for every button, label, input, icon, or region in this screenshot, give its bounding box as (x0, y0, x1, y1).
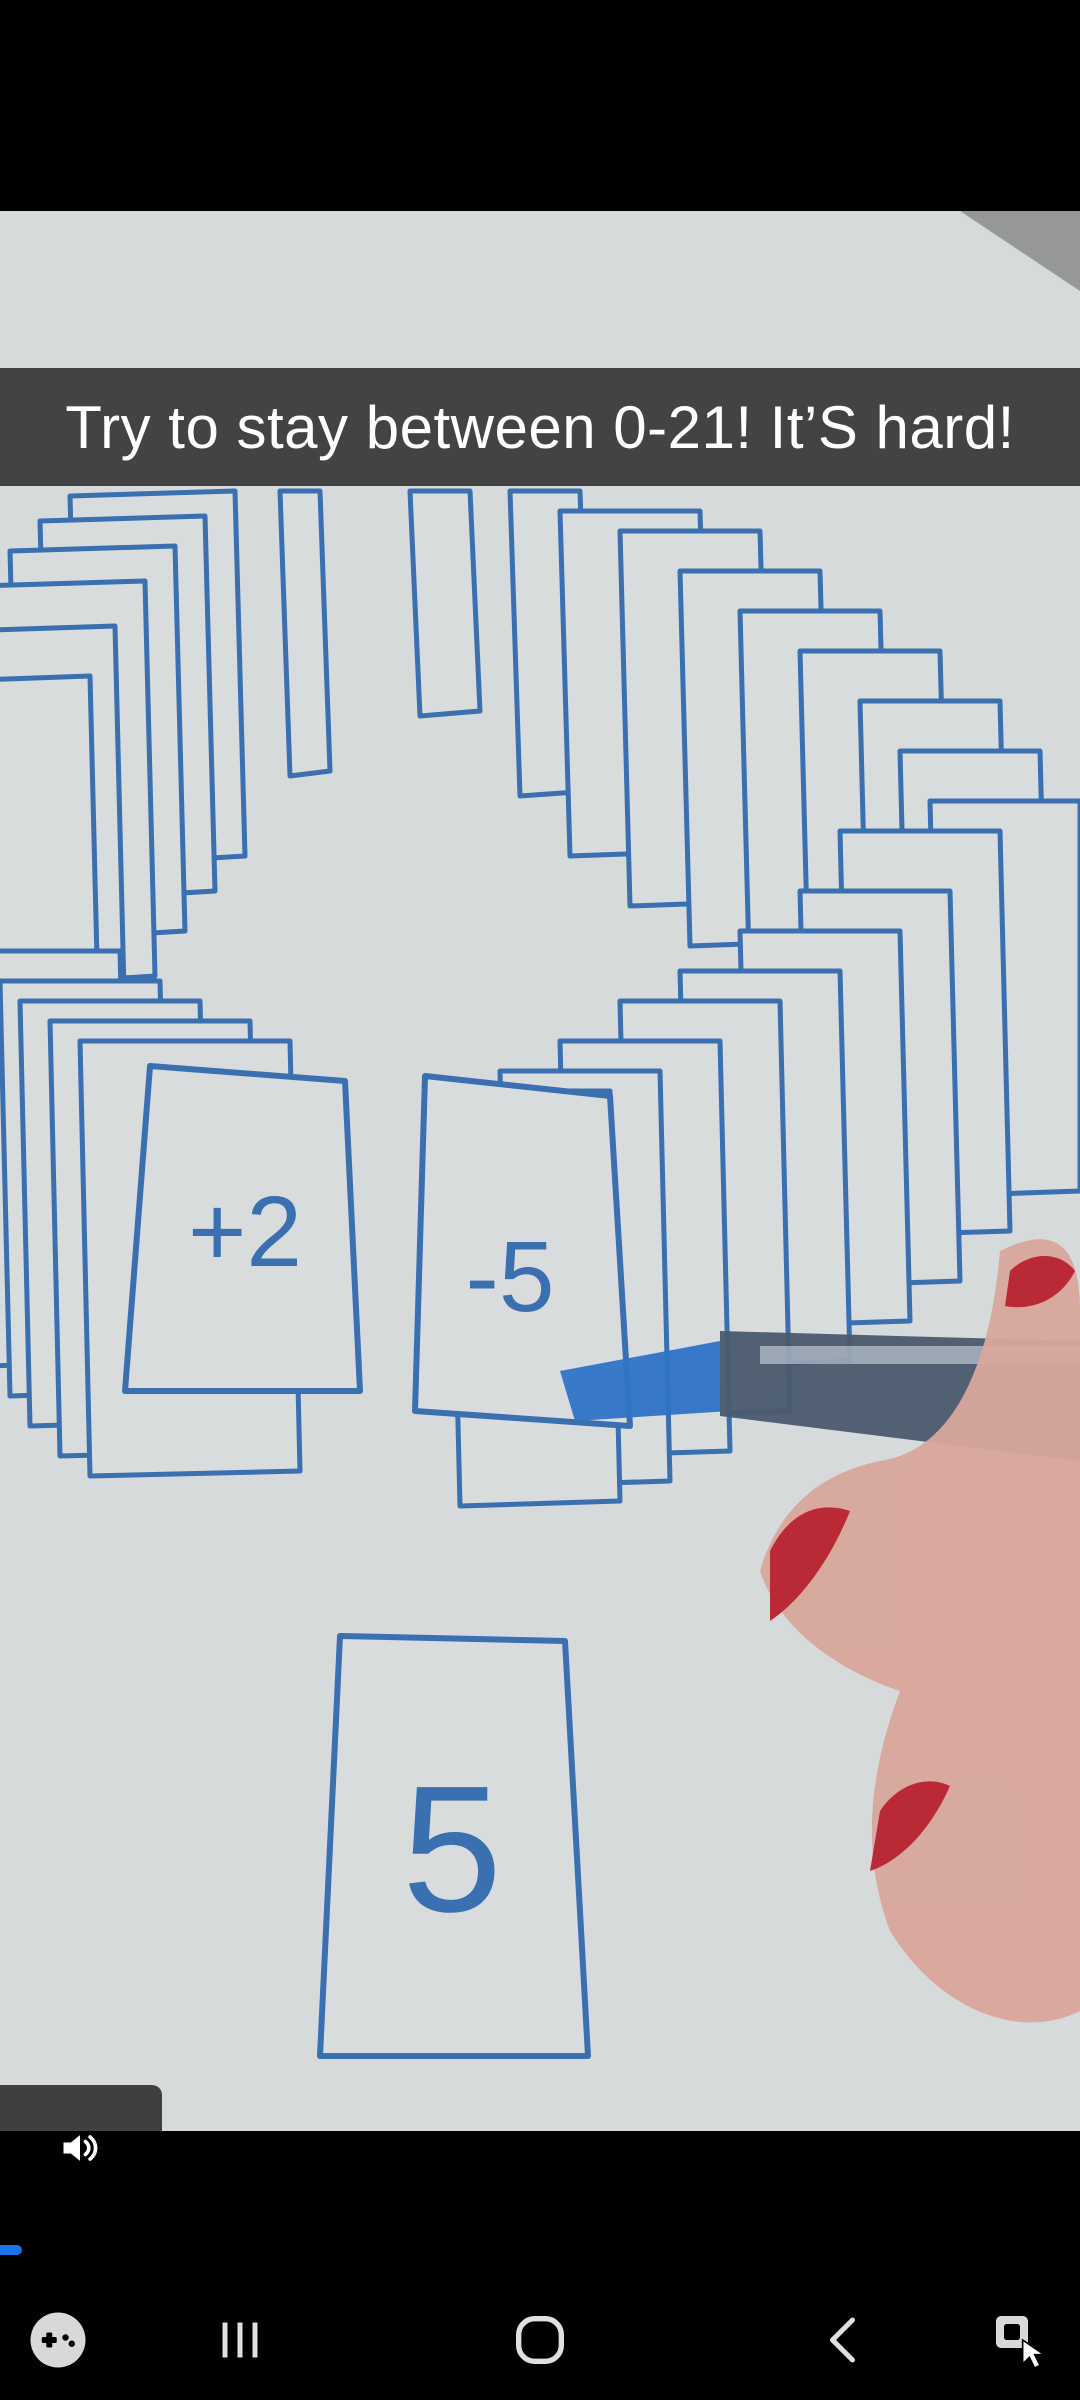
navigation-bar (0, 2270, 1080, 2400)
card-left-label: +2 (188, 1176, 302, 1288)
game-controller-icon (30, 2312, 86, 2368)
game-launcher-button[interactable] (8, 2290, 108, 2390)
accessibility-button[interactable] (970, 2290, 1070, 2390)
recent-apps-button[interactable] (190, 2290, 290, 2390)
card-right-label: -5 (466, 1221, 555, 1333)
recent-apps-icon (222, 2322, 258, 2358)
progress-fill (0, 2245, 22, 2255)
volume-button[interactable] (52, 2120, 108, 2176)
caption-text: Try to stay between 0-21! It’S hard! (65, 393, 1015, 461)
back-button[interactable] (795, 2290, 895, 2390)
video-player[interactable]: +2 -5 5 Try to stay between 0-21! It’S h… (0, 211, 1080, 2131)
volume-icon (63, 2135, 98, 2161)
progress-bar[interactable] (0, 2245, 1080, 2255)
caption-bar: Try to stay between 0-21! It’S hard! (0, 368, 1080, 486)
accessibility-pointer-icon (996, 2316, 1047, 2370)
card-center-label: 5 (402, 1749, 502, 1950)
home-button[interactable] (490, 2290, 590, 2390)
back-icon (830, 2317, 855, 2363)
drawing-paper: +2 -5 5 (0, 211, 1080, 2131)
home-icon (516, 2316, 564, 2364)
